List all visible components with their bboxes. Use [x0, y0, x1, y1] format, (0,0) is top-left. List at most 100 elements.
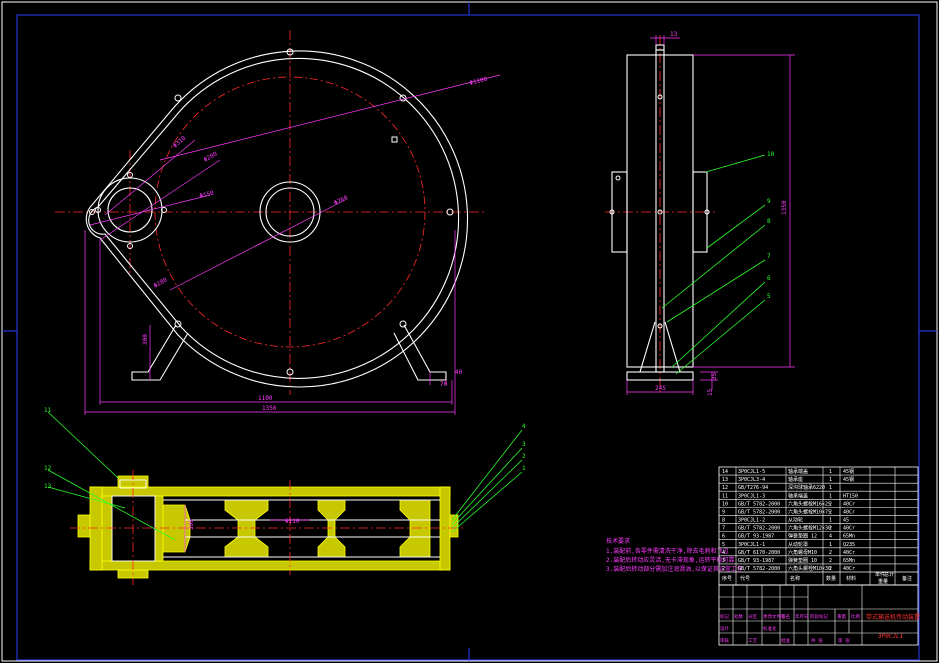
bom-cell-qty: 2: [829, 501, 832, 507]
front-dimension-lines: [84, 74, 501, 415]
drawing-code: 3P0CJL1: [877, 633, 903, 640]
bom-cell-code: GB/T 5782-2000: [738, 566, 780, 572]
tb-label2-2: 审核: [720, 637, 729, 644]
bom-cell-qty: 1: [829, 493, 832, 499]
bom-cell-code: GB/T 5782-2000: [738, 509, 780, 515]
tb-label-4: 签名: [781, 613, 790, 620]
bom-header-no: 序号: [722, 575, 732, 582]
bom-cell-qty: 2: [829, 509, 832, 515]
bom-cell-no: 12: [722, 485, 728, 491]
bom-header-total: 总计: [884, 571, 894, 578]
bom-cell-no: 11: [722, 493, 728, 499]
dim-top-center: Φ110: [285, 518, 300, 525]
bom-cell-qty: 2: [829, 550, 832, 556]
dim-dia-200: Φ200: [203, 150, 219, 163]
notes-line-2: 2.装配后转动应灵活,无卡滞现象,运转平稳可靠: [606, 556, 734, 564]
balloon-3: 3: [522, 441, 526, 448]
side-leader-lines: [661, 154, 766, 375]
dim-side-35: 35: [711, 372, 718, 380]
notes-line-1: 1.装配前,各零件需清洗干净,除去毛刺和飞边: [606, 547, 728, 555]
bom-cell-name: 轴承座: [788, 476, 803, 483]
dim-width-1356: 1356: [262, 405, 277, 412]
bom-cell-qty: 1: [829, 469, 832, 475]
front-view: Φ1200 Φ760 Φ310 Φ150 Φ200 Φ280 1100 1356…: [55, 30, 501, 415]
side-centerlines: [605, 35, 715, 395]
top-pulleys: [162, 499, 431, 558]
tb-label2-3: 工艺: [748, 638, 757, 644]
title-labels: 标记 处数 分区 更改文件号 签名 年月日 设计 标准化 审核 工艺 批准 阶段…: [720, 613, 860, 644]
bom-cell-qty: 1: [829, 485, 832, 491]
dim-foot-70: 70: [440, 381, 448, 388]
bom-cell-code: 3P0CJL3-4: [738, 477, 765, 483]
top-view: Φ110 300 11 12 13 4 3 2 1: [44, 407, 526, 585]
bom-cell-mat: 40Cr: [843, 550, 855, 556]
bom-cell-no: 9: [722, 509, 725, 515]
bom-cell-code: 3P0CJL1-1: [738, 542, 765, 548]
side-view: 13 1350 245 35 15 10 9 8 7 6 5: [605, 31, 795, 396]
balloon-13: 13: [44, 483, 52, 490]
bom-cell-no: 7: [722, 526, 725, 532]
balloon-12: 12: [44, 465, 52, 472]
bom-cell-mat: 40Cr: [843, 509, 855, 515]
bom-cell-name: 从动轮罩: [788, 541, 808, 548]
tb-label2-1: 标准化: [763, 625, 777, 632]
bom-cell-name: 弹簧垫圈 12: [788, 533, 817, 540]
bom-header-mat: 材料: [846, 575, 856, 582]
balloon-1: 1: [522, 465, 526, 472]
dim-foot-40: 40: [455, 369, 463, 376]
notes-title: 技术要求: [606, 537, 630, 545]
bom-cell-mat: Q235: [843, 542, 855, 548]
front-centerlines: [55, 30, 485, 395]
dim-dia-150: Φ150: [199, 190, 215, 200]
dim-top-left: 300: [188, 519, 195, 530]
dim-dia-280: Φ280: [153, 276, 169, 289]
bom-cell-code: 3P0CJL1-3: [738, 493, 765, 499]
bom-cell-qty: 1: [829, 518, 832, 524]
side-balloons: 10 9 8 7 6 5: [767, 151, 775, 300]
bom-cell-no: 2: [722, 566, 725, 572]
bom-table: 14 3P0CJL1-5 轴承端盖 1 45钢13 3P0CJL3-4 轴承座 1 45钢12 G…: [718, 466, 919, 586]
bom-cell-qty: 2: [829, 526, 832, 532]
bom-cell-code: GB/T276-94: [738, 485, 768, 491]
bom-cell-qty: 1: [829, 477, 832, 483]
dim-side-245: 245: [655, 385, 666, 392]
tb-label-0: 标记: [720, 613, 729, 620]
bom-cell-mat: 45: [843, 518, 849, 524]
bom-cell-mat: HT150: [843, 493, 858, 499]
tb-label4-0: 共 张: [811, 637, 823, 644]
balloon-11: 11: [44, 407, 52, 414]
dim-height-300: 300: [142, 334, 149, 345]
bom-header-weight: 重量: [878, 578, 888, 585]
tb-label3-0: 阶段标记: [810, 613, 828, 620]
bom-cell-no: 13: [722, 477, 728, 483]
dim-big-dia: Φ1200: [469, 76, 489, 87]
bom-header-qty: 数量: [826, 575, 836, 582]
bom-cell-qty: 1: [829, 542, 832, 548]
side-bolt-holes: [609, 94, 710, 329]
bom-cell-name: 六角头螺栓M12×30: [788, 525, 831, 532]
bom-cell-name: 六角头螺栓M10×75: [788, 508, 831, 515]
bom-cell-no: 10: [722, 501, 728, 507]
balloon-4: 4: [522, 423, 526, 430]
tb-label2-0: 设计: [720, 625, 729, 632]
bom-cell-no: 4: [722, 550, 725, 556]
bom-cell-no: 3: [722, 558, 725, 564]
bom-cell-qty: 2: [829, 566, 832, 572]
bom-cell-no: 6: [722, 534, 725, 540]
bom-header-name: 名称: [790, 575, 800, 582]
tb-label-1: 处数: [734, 613, 743, 620]
tb-label4-1: 第 张: [838, 637, 850, 644]
bom-header-remark: 备注: [902, 575, 912, 582]
bom-cell-name: 轴承端盖: [788, 492, 808, 499]
bom-cell-name: 从动轮: [788, 517, 803, 524]
balloon-5: 5: [767, 293, 771, 300]
top-balloons: 11 12 13 4 3 2 1: [44, 407, 526, 490]
dim-width-1100: 1100: [258, 395, 273, 402]
balloon-2: 2: [522, 453, 526, 460]
title-block: 标记 处数 分区 更改文件号 签名 年月日 设计 标准化 审核 工艺 批准 阶段…: [718, 584, 920, 646]
bom-cell-no: 5: [722, 542, 725, 548]
balloon-8: 8: [767, 218, 771, 225]
bom-cell-name: 深沟球轴承6220: [788, 484, 825, 491]
bom-cell-mat: 65Mn: [843, 558, 855, 564]
bom-cell-code: 3P0CJL1-5: [738, 469, 765, 475]
